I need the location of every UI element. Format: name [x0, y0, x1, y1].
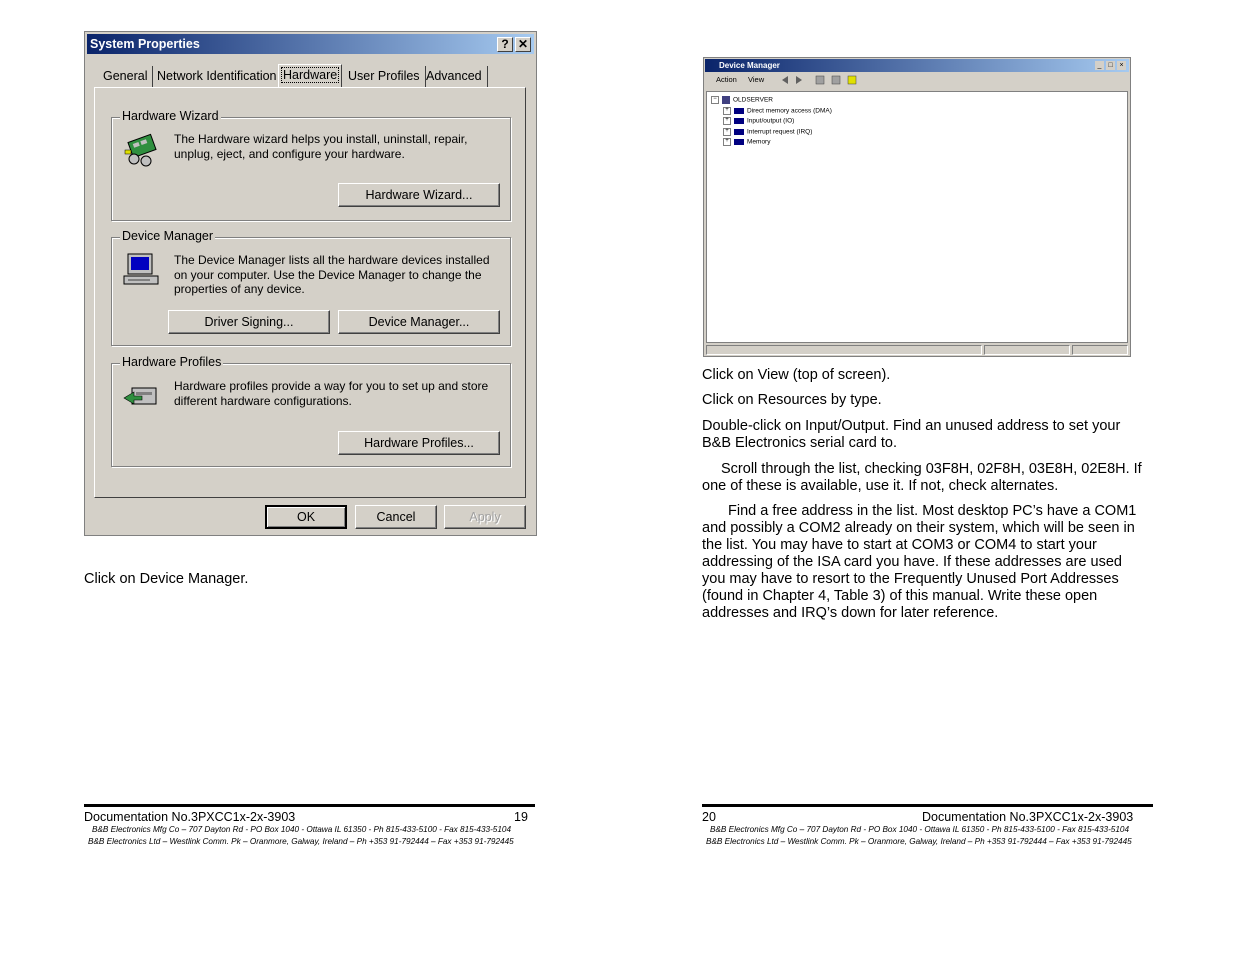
tab-general[interactable]: General	[103, 66, 154, 87]
group-label: Device Manager	[120, 229, 216, 243]
device-tree[interactable]: − OLDSERVER + Direct memory access (DMA) +…	[706, 91, 1128, 343]
cancel-button[interactable]: Cancel	[355, 505, 437, 529]
menu-view[interactable]: View	[748, 75, 764, 84]
hardware-profiles-group: Hardware Profiles Hardware profiles prov…	[111, 355, 511, 467]
ok-button[interactable]: OK	[265, 505, 347, 529]
minimize-icon[interactable]: _	[1095, 61, 1104, 70]
step-scroll-list: Scroll through the list, checking 03F8H,…	[702, 461, 1142, 494]
footer-rule	[702, 804, 1153, 807]
collapse-icon[interactable]: −	[711, 96, 719, 104]
resource-icon	[734, 129, 744, 135]
maximize-icon[interactable]: □	[1106, 61, 1115, 70]
expand-icon[interactable]: +	[723, 138, 731, 146]
expand-icon[interactable]: +	[723, 128, 731, 136]
tab-hardware[interactable]: Hardware	[278, 64, 343, 88]
hardware-wizard-group: Hardware Wizard The Hardware wizard help…	[111, 109, 511, 221]
device-manager-button[interactable]: Device Manager...	[338, 310, 500, 334]
close-icon[interactable]: ×	[1117, 61, 1126, 70]
status-bar	[706, 345, 1128, 355]
system-properties-dialog: System Properties ? ✕ General Network Id…	[84, 31, 537, 536]
group-label: Hardware Wizard	[120, 109, 221, 123]
resource-icon	[734, 118, 744, 124]
tab-user-profiles[interactable]: User Profiles	[348, 66, 426, 87]
tree-item[interactable]: + Interrupt request (IRQ)	[723, 128, 812, 137]
footer-address-ireland: B&B Electronics Ltd – Westlink Comm. Pk …	[706, 837, 1132, 846]
resource-icon	[734, 139, 744, 145]
toolbar-icons[interactable]	[780, 74, 870, 86]
close-button[interactable]: ✕	[515, 37, 531, 52]
tree-root[interactable]: − OLDSERVER	[711, 96, 773, 105]
footer-page-number: 20	[702, 810, 716, 824]
group-description: The Hardware wizard helps you install, u…	[174, 132, 468, 161]
tree-item[interactable]: + Direct memory access (DMA)	[723, 107, 832, 116]
footer-page-number: 19	[514, 810, 528, 824]
step-find-free-address: Find a free address in the list. Most de…	[702, 503, 1137, 621]
resource-icon	[734, 108, 744, 114]
computer-icon	[722, 96, 730, 104]
dialog-title: System Properties	[90, 37, 200, 51]
footer-rule	[84, 804, 535, 807]
title-bar: System Properties ? ✕	[87, 34, 534, 54]
computer-icon	[123, 253, 159, 285]
tree-item[interactable]: + Memory	[723, 138, 770, 147]
tree-item[interactable]: + Input/output (IO)	[723, 117, 794, 126]
help-button[interactable]: ?	[497, 37, 513, 52]
hardware-profiles-icon	[123, 387, 157, 405]
footer-doc-number: Documentation No.3PXCC1x-2x-3903	[922, 810, 1134, 824]
step-click-view: Click on View (top of screen).	[702, 367, 891, 383]
tab-network-identification[interactable]: Network Identification	[157, 66, 283, 87]
expand-icon[interactable]: +	[723, 107, 731, 115]
hardware-wizard-icon	[124, 133, 157, 167]
footer-address-us: B&B Electronics Mfg Co – 707 Dayton Rd -…	[92, 825, 512, 834]
driver-signing-button[interactable]: Driver Signing...	[168, 310, 330, 334]
step-resources-by-type: Click on Resources by type.	[702, 392, 882, 408]
apply-button[interactable]: Apply	[444, 505, 526, 529]
group-description: The Device Manager lists all the hardwar…	[174, 253, 490, 296]
device-manager-window: Device Manager _ □ × Action View − OLDSER…	[703, 57, 1131, 357]
tab-advanced[interactable]: Advanced	[426, 66, 488, 87]
hardware-profiles-button[interactable]: Hardware Profiles...	[338, 431, 500, 455]
device-manager-group: Device Manager The Device Manager lists …	[111, 229, 511, 346]
footer-doc-number: Documentation No.3PXCC1x-2x-3903	[84, 810, 296, 824]
caption-click-device-manager: Click on Device Manager.	[84, 571, 249, 587]
expand-icon[interactable]: +	[723, 117, 731, 125]
footer-address-ireland: B&B Electronics Ltd – Westlink Comm. Pk …	[88, 837, 514, 846]
step-input-output: Double-click on Input/Output. Find an un…	[702, 418, 1121, 451]
menu-action[interactable]: Action	[716, 75, 737, 84]
title-bar: Device Manager _ □ ×	[705, 59, 1129, 72]
window-title: Device Manager	[719, 61, 780, 70]
group-description: Hardware profiles provide a way for you …	[174, 379, 489, 408]
hardware-wizard-button[interactable]: Hardware Wizard...	[338, 183, 500, 207]
group-label: Hardware Profiles	[120, 355, 224, 369]
footer-address-us: B&B Electronics Mfg Co – 707 Dayton Rd -…	[710, 825, 1130, 834]
